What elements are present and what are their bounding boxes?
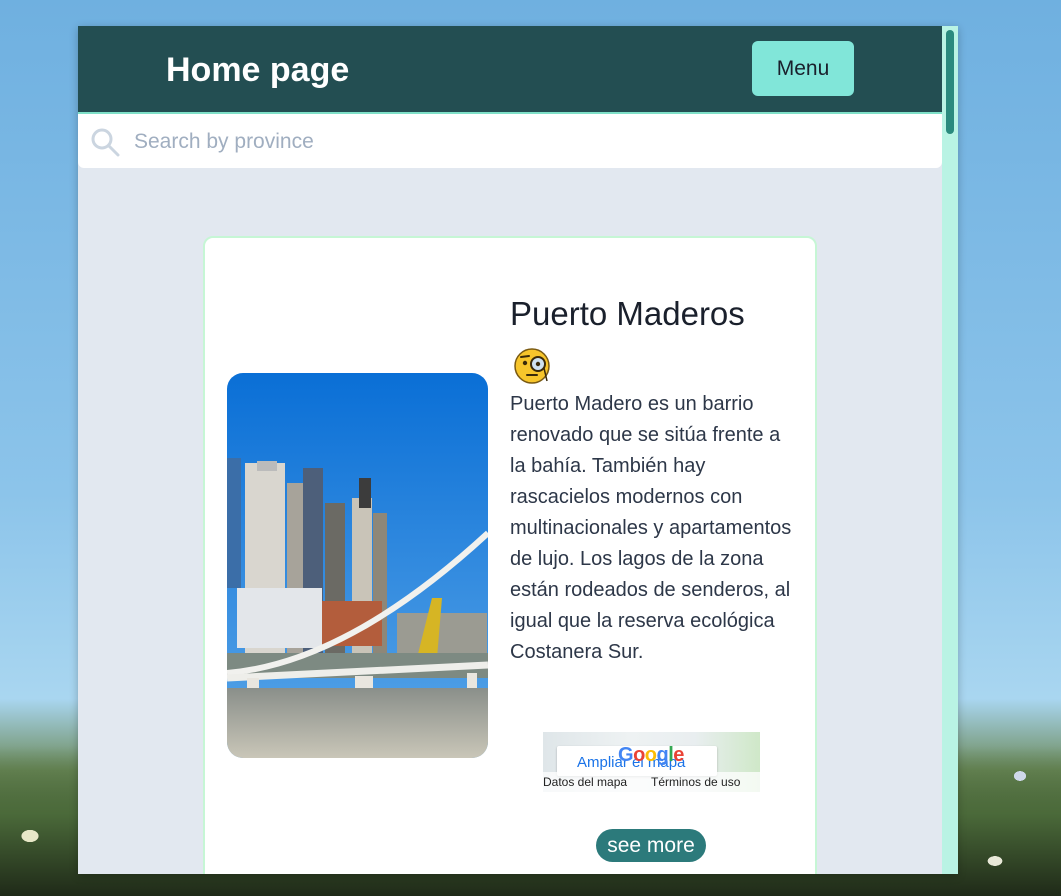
card-description: Puerto Madero es un barrio renovado que … <box>510 393 792 663</box>
map-footer: Datos del mapa Términos de uso <box>543 772 760 792</box>
search-bar <box>78 114 942 168</box>
menu-button[interactable]: Menu <box>752 41 854 96</box>
search-icon <box>91 128 120 157</box>
map-terms-link[interactable]: Términos de uso <box>651 775 740 789</box>
face-with-monocle-icon <box>514 348 550 384</box>
browser-window: Home page Menu Search by province Puerto… <box>78 26 958 874</box>
search-input[interactable] <box>132 122 916 162</box>
map-embed[interactable]: Ampliar el mapa Google Datos del mapa Té… <box>543 732 760 792</box>
top-nav-bar: Home page Menu <box>78 26 942 114</box>
place-card: Puerto Maderos Puerto Madero es un barri… <box>203 236 817 874</box>
page-title: Home page <box>166 51 350 89</box>
puerto-madero-photo <box>227 373 488 758</box>
card-title: Puerto Maderos <box>510 295 745 332</box>
scrollbar[interactable] <box>942 26 958 874</box>
scrollbar-thumb[interactable] <box>946 30 954 134</box>
google-logo: Google <box>618 744 684 766</box>
see-more-button[interactable]: see more <box>596 829 706 862</box>
map-data-link[interactable]: Datos del mapa <box>543 775 627 789</box>
